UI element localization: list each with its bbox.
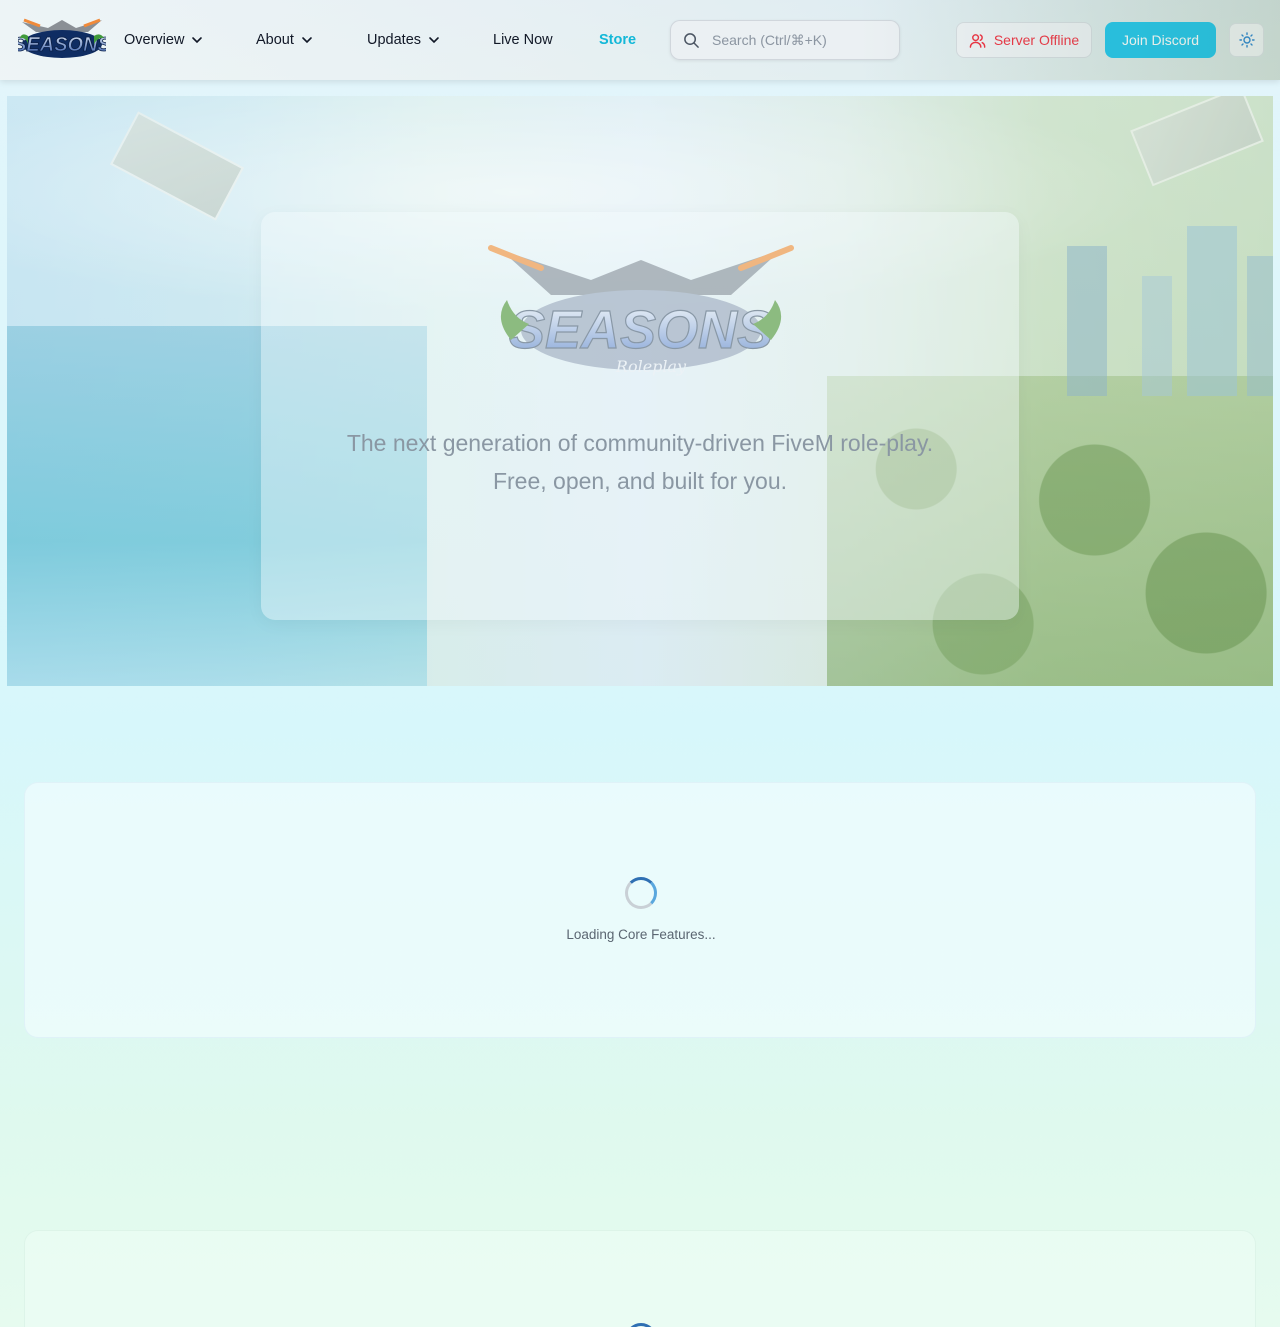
hero-section: SEASONS Roleplay The next generation of … xyxy=(7,96,1273,686)
nav-about-label: About xyxy=(256,32,294,48)
join-discord-label: Join Discord xyxy=(1121,32,1200,48)
sun-icon xyxy=(1238,32,1255,48)
chevron-down-icon xyxy=(302,37,312,44)
core-features-loading-text: Loading Core Features... xyxy=(566,927,716,942)
chevron-down-icon xyxy=(192,37,203,44)
search-box[interactable] xyxy=(670,20,900,60)
search-icon xyxy=(684,32,699,48)
chevron-down-icon xyxy=(429,37,439,44)
hero-logo: SEASONS Roleplay xyxy=(488,245,794,376)
brand-logo-text: SEASONS xyxy=(18,34,106,56)
nav-store[interactable]: Store xyxy=(599,0,636,80)
hero-logo-text: SEASONS xyxy=(509,300,773,360)
hero-tagline-line1: The next generation of community-driven … xyxy=(346,430,934,456)
hero-tagline-line2: Free, open, and built for you. xyxy=(492,468,788,494)
brand-logo[interactable]: SEASONS xyxy=(18,14,106,60)
nav-store-label: Store xyxy=(599,32,637,48)
nav-updates[interactable]: Updates xyxy=(367,0,441,80)
site-header: SEASONS Overview About Updates Live Now … xyxy=(0,0,1280,80)
nav-about[interactable]: About xyxy=(256,0,314,80)
hero-buildings-background xyxy=(1067,226,1273,396)
users-icon xyxy=(969,33,986,48)
hero-card: SEASONS Roleplay The next generation of … xyxy=(261,212,1019,620)
nav-live-now-label: Live Now xyxy=(493,32,553,48)
loading-spinner-icon xyxy=(625,877,657,909)
server-status-label: Server Offline xyxy=(993,32,1080,48)
nav-updates-label: Updates xyxy=(367,32,422,48)
loading-spinner-icon xyxy=(625,1323,657,1327)
next-section xyxy=(24,1230,1256,1327)
server-status-button[interactable]: Server Offline xyxy=(956,22,1092,58)
nav-live-now[interactable]: Live Now xyxy=(493,0,553,80)
nav-overview-label: Overview xyxy=(124,32,185,48)
hero-logo-subtext: Roleplay xyxy=(615,357,687,376)
core-features-section: Loading Core Features... xyxy=(24,782,1256,1038)
join-discord-button[interactable]: Join Discord xyxy=(1105,22,1216,58)
nav-overview[interactable]: Overview xyxy=(124,0,204,80)
theme-toggle-button[interactable] xyxy=(1229,23,1264,57)
search-input[interactable] xyxy=(712,32,882,48)
